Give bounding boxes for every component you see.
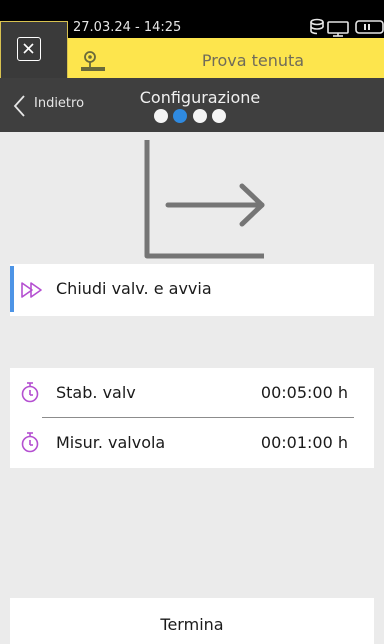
timer-value: 00:05:00 h	[260, 383, 348, 402]
page-title: Configurazione	[139, 88, 261, 107]
timer-row-stab[interactable]: Stab. valv 00:05:00 h	[10, 368, 374, 418]
stopwatch-icon	[21, 432, 39, 453]
database-icon	[310, 18, 324, 35]
stopwatch-icon	[21, 382, 39, 403]
battery-icon	[355, 20, 384, 34]
app-title: Prova tenuta	[201, 51, 305, 70]
step-dot-4	[212, 109, 226, 123]
status-datetime: 27.03.24 - 14:25	[73, 20, 182, 35]
play-forward-icon	[21, 282, 42, 298]
step-dot-3	[193, 109, 207, 123]
leak-test-icon	[81, 51, 105, 71]
timer-label: Misur. valvola	[56, 433, 166, 452]
selection-accent-bar	[10, 266, 14, 312]
timer-value: 00:01:00 h	[260, 433, 348, 452]
timer-list: Stab. valv 00:05:00 h Misur. valvola 00:…	[10, 368, 374, 468]
close-button[interactable]	[0, 21, 68, 83]
finish-button-label: Termina	[160, 615, 224, 634]
back-label: Indietro	[34, 96, 85, 111]
step-dot-2	[173, 109, 187, 123]
timer-label: Stab. valv	[56, 383, 136, 402]
finish-button[interactable]: Termina	[10, 598, 374, 644]
timer-row-misur[interactable]: Misur. valvola 00:01:00 h	[10, 418, 374, 468]
chevron-left-icon	[13, 95, 25, 117]
start-row[interactable]: Chiudi valv. e avvia	[10, 264, 374, 316]
corner-arrow-icon	[144, 140, 265, 259]
start-row-label: Chiudi valv. e avvia	[56, 279, 212, 298]
close-icon	[17, 37, 41, 61]
step-dot-1	[154, 109, 168, 123]
monitor-icon	[327, 21, 349, 37]
